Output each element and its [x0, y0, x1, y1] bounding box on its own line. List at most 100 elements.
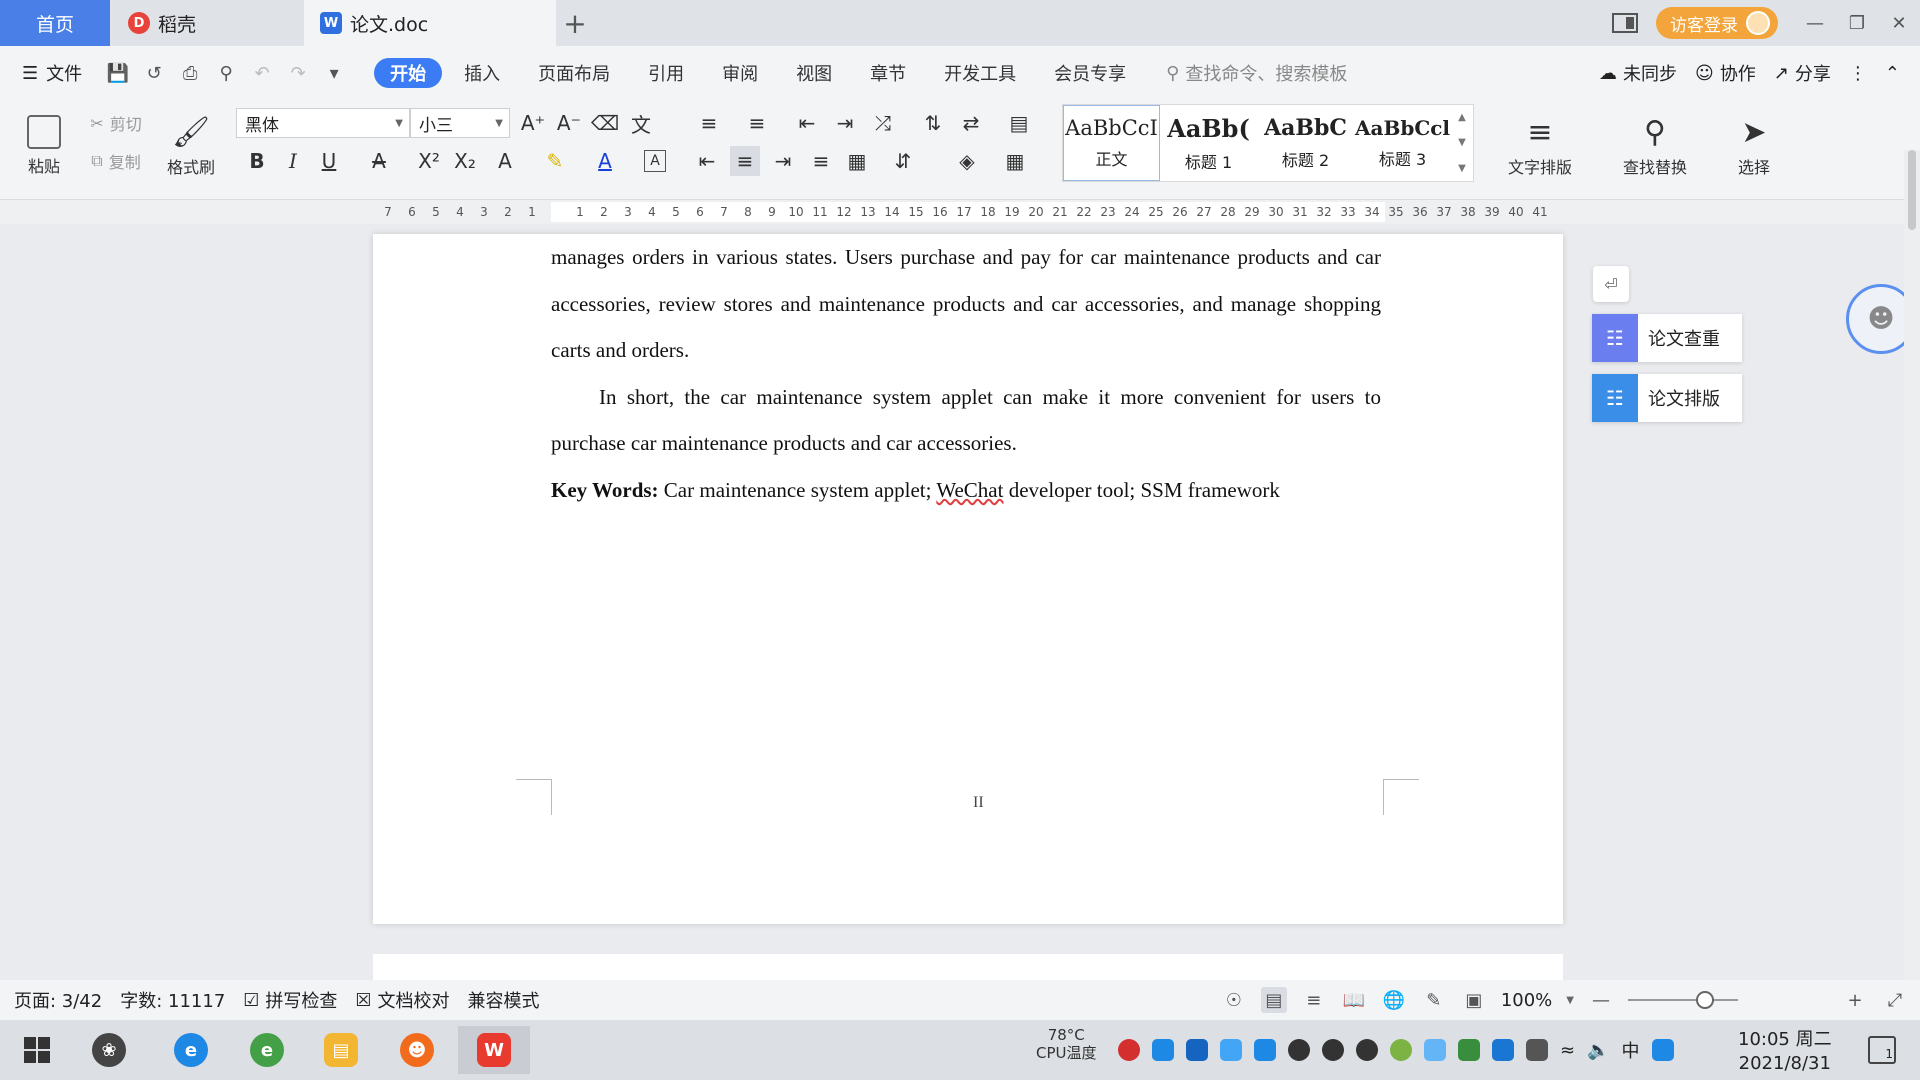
align-right-icon[interactable]: ⇥: [768, 146, 798, 176]
show-marks-icon[interactable]: ⇄: [956, 108, 986, 138]
redo-icon[interactable]: ↷: [282, 57, 314, 89]
search-q-icon[interactable]: [1651, 1039, 1674, 1061]
phonetic-guide-icon[interactable]: 文: [626, 108, 656, 138]
font-name-select[interactable]: 黑体 ▼: [236, 108, 410, 138]
bullet-list-icon[interactable]: ≡: [694, 108, 724, 138]
grow-font-icon[interactable]: A⁺: [518, 108, 548, 138]
restore-icon[interactable]: ❐: [1836, 0, 1878, 46]
decrease-indent-icon[interactable]: ⇤: [792, 108, 822, 138]
align-center-icon[interactable]: ≡: [730, 146, 760, 176]
security-shield-icon[interactable]: [1254, 1039, 1276, 1061]
tab-ruler-icon[interactable]: ▤: [1004, 108, 1034, 138]
tray-app-icon[interactable]: [1186, 1039, 1208, 1061]
eye-protect-icon[interactable]: ☉: [1221, 987, 1247, 1013]
font-size-select[interactable]: 小三 ▼: [410, 108, 510, 138]
select-button[interactable]: ➤ 选择: [1716, 106, 1792, 186]
sync-status-button[interactable]: ☁ 未同步: [1599, 60, 1677, 86]
styles-scroll[interactable]: ▲ ▼ ▼: [1451, 105, 1473, 181]
tablet-mode-icon[interactable]: [1604, 0, 1646, 46]
tab-page-layout[interactable]: 页面布局: [522, 58, 626, 88]
file-menu-button[interactable]: ☰ 文件: [22, 60, 82, 86]
tab-member[interactable]: 会员专享: [1038, 58, 1142, 88]
horizontal-ruler[interactable]: 7 6 5 4 3 2 1 1 2 3 4 5 6 7 8 9 10 11 12 13 14 15 16 17 18 19 20 21…: [0, 200, 1920, 224]
qq-penguin-icon[interactable]: [1288, 1039, 1310, 1061]
tab-chapter[interactable]: 章节: [854, 58, 922, 88]
underline-icon[interactable]: U: [314, 146, 344, 176]
print-icon[interactable]: ⎙: [174, 57, 206, 89]
outline-view-icon[interactable]: ≡: [1301, 987, 1327, 1013]
scrollbar-thumb[interactable]: [1908, 150, 1916, 230]
fullscreen-icon[interactable]: ⤢: [1882, 987, 1908, 1013]
line-spacing-icon[interactable]: ⇵: [888, 146, 918, 176]
assistant-robot-icon[interactable]: ☻: [1846, 284, 1904, 354]
file-explorer-folder-icon[interactable]: ▤: [312, 1026, 370, 1074]
nvidia-icon[interactable]: [1458, 1039, 1480, 1061]
guest-login-button[interactable]: 访客登录: [1656, 7, 1778, 39]
paper-check-button[interactable]: ☷ 论文查重: [1592, 314, 1742, 362]
read-mode-book-icon[interactable]: 📖: [1341, 987, 1367, 1013]
fit-page-icon[interactable]: ▣: [1461, 987, 1487, 1013]
wps-writer-icon[interactable]: W: [458, 1026, 530, 1074]
app-mascot-icon[interactable]: ☻: [388, 1026, 446, 1074]
minimize-icon[interactable]: —: [1794, 0, 1836, 46]
bold-icon[interactable]: B: [242, 146, 272, 176]
cpu-temperature-widget[interactable]: 78°C CPU温度: [1036, 1026, 1097, 1062]
tab-insert[interactable]: 插入: [448, 58, 516, 88]
browser-360-icon[interactable]: e: [238, 1026, 296, 1074]
collapse-ribbon-chevron-up-icon[interactable]: ⌃: [1885, 63, 1900, 84]
spellcheck-button[interactable]: ☑ 拼写检查: [243, 987, 337, 1013]
numbered-list-icon[interactable]: ≡: [742, 108, 772, 138]
document-area[interactable]: manages orders in various states. Users …: [0, 224, 1904, 980]
print-preview-icon[interactable]: ⚲: [210, 57, 242, 89]
close-icon[interactable]: ✕: [1878, 0, 1920, 46]
zoom-slider[interactable]: [1628, 991, 1738, 1009]
volume-speaker-icon[interactable]: 🔈: [1587, 1040, 1609, 1061]
notification-center-icon[interactable]: 1: [1868, 1036, 1896, 1064]
start-windows-icon[interactable]: [8, 1026, 66, 1074]
write-mode-pen-icon[interactable]: ✎: [1421, 987, 1447, 1013]
tray-app-icon[interactable]: [1424, 1039, 1446, 1061]
word-count[interactable]: 字数: 11117: [120, 987, 225, 1013]
subscript-icon[interactable]: X₂: [450, 146, 480, 176]
save-icon[interactable]: 💾: [102, 57, 134, 89]
shrink-font-icon[interactable]: A⁻: [554, 108, 584, 138]
vertical-scrollbar[interactable]: [1904, 150, 1920, 980]
format-painter-button[interactable]: 🖌 格式刷: [160, 106, 222, 186]
qq-penguin-icon[interactable]: [1356, 1039, 1378, 1061]
proofread-button[interactable]: ☒ 文档校对: [355, 987, 449, 1013]
style-heading-3[interactable]: AaBbCcl 标题 3: [1354, 105, 1451, 181]
strikethrough-icon[interactable]: A: [364, 146, 394, 176]
style-normal[interactable]: AaBbCcI 正文: [1063, 105, 1160, 181]
char-border-icon[interactable]: A: [644, 150, 666, 172]
tab-developer[interactable]: 开发工具: [928, 58, 1032, 88]
page-indicator[interactable]: 页面: 3/42: [14, 987, 102, 1013]
tab-start[interactable]: 开始: [374, 58, 443, 88]
distributed-align-icon[interactable]: ▦: [842, 146, 872, 176]
highlight-marker-icon[interactable]: ✎: [540, 146, 570, 176]
command-search-input[interactable]: ⚲ 查找命令、搜索模板: [1166, 60, 1347, 86]
find-replace-button[interactable]: ⚲ 查找替换: [1604, 106, 1706, 186]
customize-chevron-down-icon[interactable]: ▾: [318, 57, 350, 89]
tray-app-icon[interactable]: [1220, 1039, 1242, 1061]
tray-app-icon[interactable]: [1118, 1039, 1140, 1061]
borders-icon[interactable]: ▦: [1000, 146, 1030, 176]
zoom-slider-knob[interactable]: [1696, 991, 1714, 1009]
tab-references[interactable]: 引用: [632, 58, 700, 88]
tab-daoke[interactable]: D 稻壳: [110, 0, 304, 46]
taskbar-clock[interactable]: 10:05 周二 2021/8/31: [1738, 1028, 1832, 1076]
style-heading-1[interactable]: AaBb( 标题 1: [1160, 105, 1257, 181]
align-left-icon[interactable]: ⇤: [692, 146, 722, 176]
app-pinwheel-icon[interactable]: ❀: [80, 1026, 138, 1074]
sort-icon[interactable]: ⇅: [918, 108, 948, 138]
superscript-icon[interactable]: X²: [414, 146, 444, 176]
paste-button[interactable]: 粘贴: [14, 106, 74, 186]
input-method-indicator[interactable]: 中: [1622, 1037, 1640, 1063]
next-page[interactable]: [373, 954, 1563, 980]
paper-layout-button[interactable]: ☷ 论文排版: [1592, 374, 1742, 422]
copy-button[interactable]: ⧉ 复制: [80, 146, 152, 176]
text-effect-icon[interactable]: A: [490, 146, 520, 176]
tab-view[interactable]: 视图: [780, 58, 848, 88]
battery-icon[interactable]: [1526, 1039, 1548, 1061]
internet-explorer-icon[interactable]: e: [162, 1026, 220, 1074]
zoom-out-minus-icon[interactable]: —: [1588, 987, 1614, 1013]
